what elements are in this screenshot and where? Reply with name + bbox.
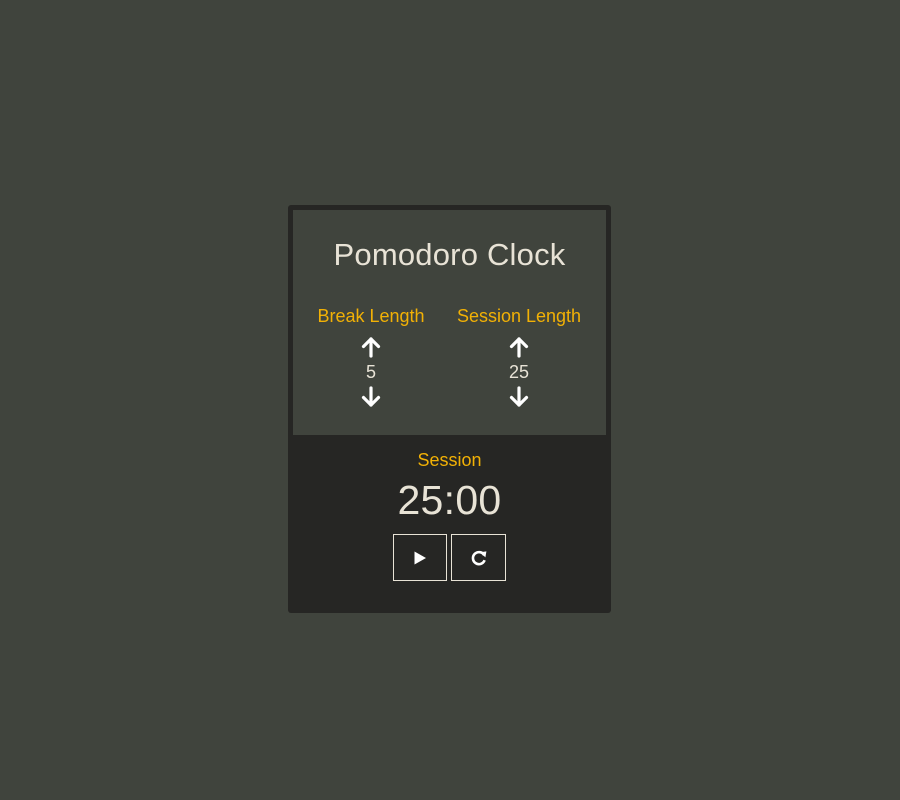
- session-length-control: Session Length 25: [444, 305, 594, 409]
- session-increment-button[interactable]: [507, 335, 531, 359]
- reset-button[interactable]: [451, 534, 506, 581]
- arrow-up-icon: [509, 337, 529, 358]
- timer-controls: [393, 534, 506, 581]
- play-button[interactable]: [393, 534, 447, 581]
- settings-panel: Pomodoro Clock Break Length 5 Session Le…: [293, 210, 606, 435]
- break-length-label: Break Length: [317, 306, 425, 326]
- arrow-down-icon: [361, 386, 381, 407]
- timer-mode-label: Session: [417, 450, 482, 470]
- play-icon: [414, 551, 426, 564]
- break-length-control: Break Length 5: [296, 305, 446, 409]
- arrow-up-icon: [361, 337, 381, 358]
- reset-icon: [471, 550, 486, 565]
- break-increment-button[interactable]: [359, 335, 383, 359]
- break-length-value: 5: [365, 362, 376, 382]
- app-title: Pomodoro Clock: [333, 237, 566, 272]
- session-decrement-button[interactable]: [507, 385, 531, 409]
- session-length-value: 25: [508, 362, 530, 382]
- arrow-down-icon: [509, 386, 529, 407]
- break-decrement-button[interactable]: [359, 385, 383, 409]
- session-length-label: Session Length: [456, 306, 582, 326]
- pomodoro-card: Pomodoro Clock Break Length 5 Session Le…: [288, 205, 611, 613]
- timer-display: 25:00: [397, 477, 502, 523]
